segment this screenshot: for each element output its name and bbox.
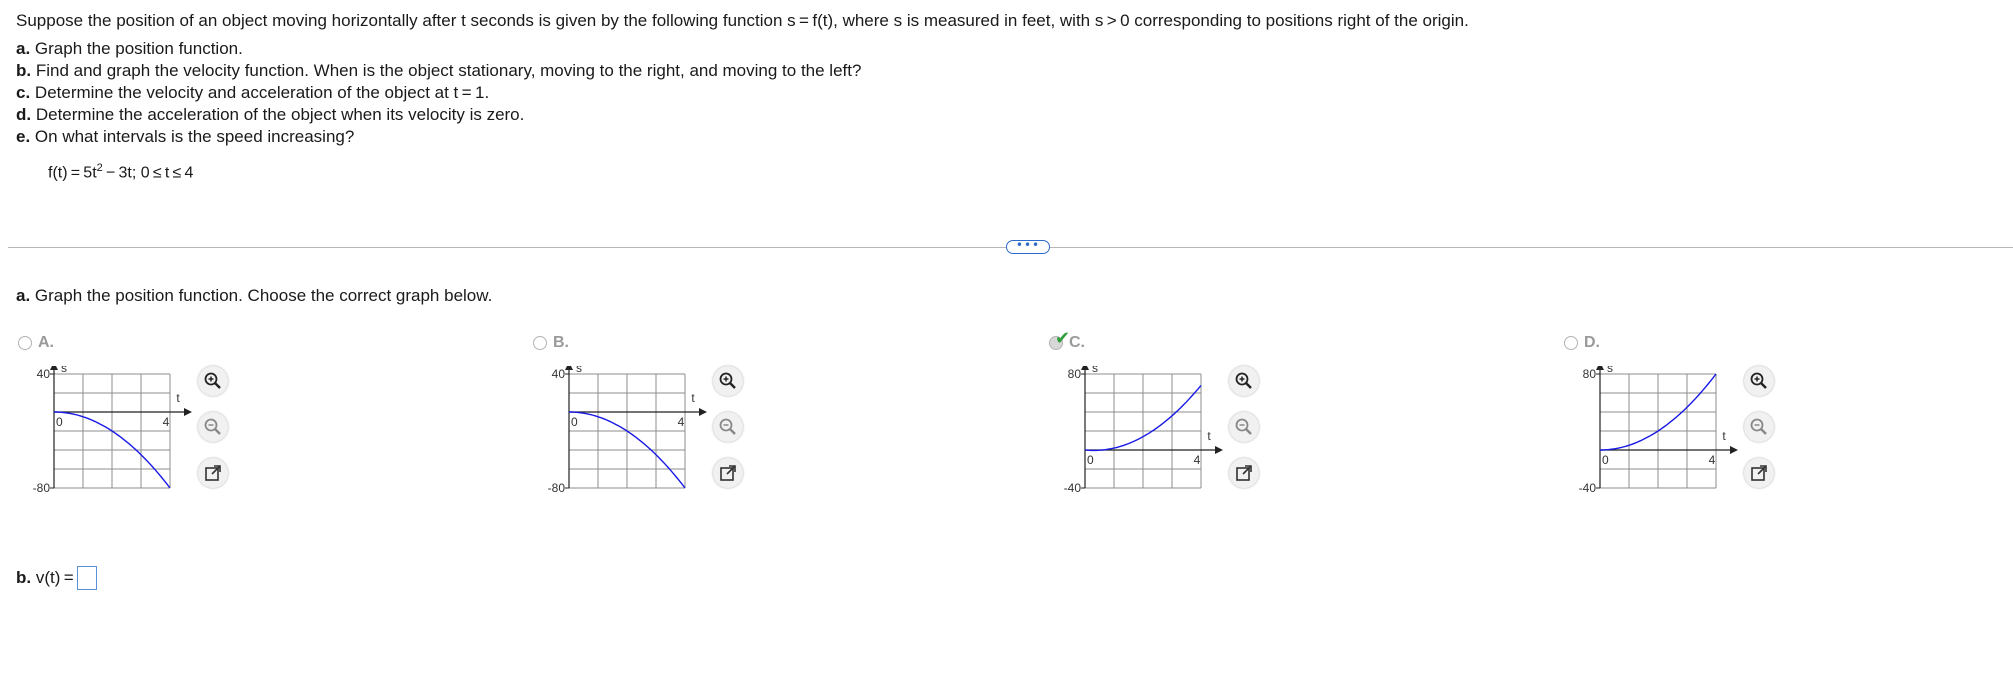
- problem-item-b: b. Find and graph the velocity function.…: [16, 61, 862, 80]
- y-top-tick-label: 80: [1583, 367, 1597, 381]
- origin-tick-label: 0: [571, 415, 578, 429]
- position-graph: 40 -80 0 4 s t: [548, 366, 707, 495]
- expand-more-button[interactable]: •••: [1006, 239, 1050, 254]
- radio-button[interactable]: [533, 336, 547, 350]
- s-axis-label: s: [1092, 366, 1098, 375]
- position-function: f(t) = 5t2 − 3t; 0 ≤ t ≤ 4: [48, 162, 194, 182]
- zoom-out-icon[interactable]: [1744, 412, 1774, 442]
- t-axis-arrow: [184, 408, 192, 416]
- zoom-in-icon[interactable]: [713, 366, 743, 396]
- zoom-out-icon[interactable]: [713, 412, 743, 442]
- t-axis-label: t: [691, 391, 695, 405]
- s-axis-label: s: [61, 366, 67, 375]
- popout-icon[interactable]: [1744, 458, 1774, 488]
- position-graph: 40 -80 0 4 s t: [33, 366, 192, 495]
- checkmark-icon: ✔: [1055, 328, 1071, 349]
- part-b-prompt: b. v(t) =: [16, 566, 97, 590]
- zoom-in-icon[interactable]: [198, 366, 228, 396]
- zoom-out-icon[interactable]: [1229, 412, 1259, 442]
- t-axis-arrow: [1730, 446, 1738, 454]
- t-axis-arrow: [699, 408, 707, 416]
- s-axis-arrow: [565, 366, 573, 370]
- problem-item-e: e. On what intervals is the speed increa…: [16, 127, 355, 146]
- problem-statement: Suppose the position of an object moving…: [16, 10, 1996, 148]
- t-axis-label: t: [1722, 429, 1726, 443]
- radio-button[interactable]: [1564, 336, 1578, 350]
- option-b[interactable]: B. 40 -80 0 4 s t: [533, 334, 783, 514]
- part-a-prompt: a. Graph the position function. Choose t…: [16, 286, 493, 305]
- zoom-in-icon[interactable]: [1744, 366, 1774, 396]
- t-axis-label: t: [176, 391, 180, 405]
- t-axis-label: t: [1207, 429, 1211, 443]
- option-a[interactable]: A. 40 -80 0 4 s t: [18, 334, 268, 514]
- option-letter: C.: [1069, 334, 1085, 351]
- popout-icon[interactable]: [1229, 458, 1259, 488]
- zoom-out-icon[interactable]: [198, 412, 228, 442]
- origin-tick-label: 0: [1087, 453, 1094, 467]
- s-axis-label: s: [576, 366, 582, 375]
- radio-button[interactable]: [18, 336, 32, 350]
- y-top-tick-label: 80: [1068, 367, 1082, 381]
- velocity-answer-input[interactable]: [76, 566, 97, 590]
- option-letter: D.: [1584, 334, 1600, 351]
- x-tick-label: 4: [1194, 453, 1201, 467]
- s-axis-arrow: [1081, 366, 1089, 370]
- y-top-tick-label: 40: [37, 367, 51, 381]
- s-axis-label: s: [1607, 366, 1613, 375]
- y-top-tick-label: 40: [552, 367, 566, 381]
- origin-tick-label: 0: [56, 415, 63, 429]
- y-bottom-tick-label: -80: [548, 481, 566, 495]
- x-tick-label: 4: [678, 415, 685, 429]
- popout-icon[interactable]: [713, 458, 743, 488]
- t-axis-arrow: [1215, 446, 1223, 454]
- s-axis-arrow: [50, 366, 58, 370]
- problem-item-a: a. Graph the position function.: [16, 39, 243, 58]
- option-c[interactable]: ✔ C. 80 -40 0 4 s t: [1049, 328, 1299, 514]
- y-bottom-tick-label: -80: [33, 481, 51, 495]
- popout-icon[interactable]: [198, 458, 228, 488]
- s-axis-arrow: [1596, 366, 1604, 370]
- x-tick-label: 4: [163, 415, 170, 429]
- origin-tick-label: 0: [1602, 453, 1609, 467]
- problem-item-d: d. Determine the acceleration of the obj…: [16, 105, 525, 124]
- x-tick-label: 4: [1709, 453, 1716, 467]
- y-bottom-tick-label: -40: [1579, 481, 1597, 495]
- problem-intro: Suppose the position of an object moving…: [16, 11, 1469, 30]
- option-letter: A.: [38, 334, 54, 351]
- problem-item-c: c. Determine the velocity and accelerati…: [16, 83, 490, 102]
- option-letter: B.: [553, 334, 569, 351]
- y-bottom-tick-label: -40: [1064, 481, 1082, 495]
- option-d[interactable]: D. 80 -40 0 4 s t: [1564, 334, 1814, 514]
- position-graph: 80 -40 0 4 s t: [1064, 366, 1223, 495]
- zoom-in-icon[interactable]: [1229, 366, 1259, 396]
- position-graph: 80 -40 0 4 s t: [1579, 366, 1738, 495]
